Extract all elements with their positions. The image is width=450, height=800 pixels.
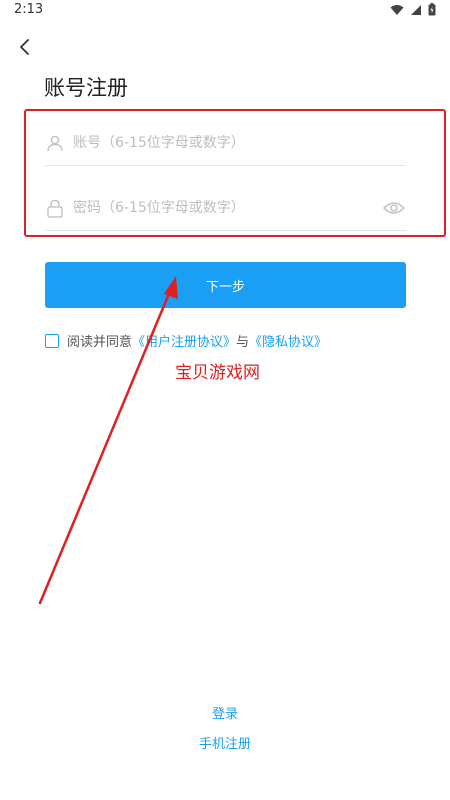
agreement-prefix: 阅读并同意 — [67, 335, 133, 350]
account-input[interactable] — [73, 135, 363, 151]
password-field[interactable] — [45, 186, 406, 231]
account-field[interactable] — [45, 121, 406, 166]
page-title: 账号注册 — [44, 76, 128, 100]
next-button[interactable]: 下一步 — [45, 262, 406, 308]
agreement-checkbox[interactable] — [45, 333, 59, 348]
chevron-left-icon — [20, 39, 29, 55]
status-icons — [390, 3, 436, 16]
user-agreement-link[interactable]: 《用户注册协议》 — [132, 331, 236, 350]
watermark-text: 宝贝游戏网 — [175, 363, 260, 383]
password-input[interactable] — [73, 200, 363, 216]
battery-icon — [428, 3, 436, 16]
signal-icon — [411, 4, 421, 15]
agreement-conjunction: 与 — [236, 335, 250, 350]
user-icon — [45, 133, 65, 153]
status-time: 2:13 — [14, 2, 44, 17]
login-link[interactable]: 登录 — [0, 703, 450, 722]
back-button[interactable] — [15, 36, 37, 58]
agreement-row: 阅读并同意 《用户注册协议》 与 《隐私协议》 — [45, 331, 327, 350]
eye-icon[interactable] — [382, 198, 406, 218]
wifi-icon — [390, 4, 404, 15]
privacy-agreement-link[interactable]: 《隐私协议》 — [249, 331, 327, 350]
lock-icon — [45, 198, 65, 218]
phone-register-link[interactable]: 手机注册 — [0, 733, 450, 752]
next-button-label: 下一步 — [205, 279, 245, 295]
